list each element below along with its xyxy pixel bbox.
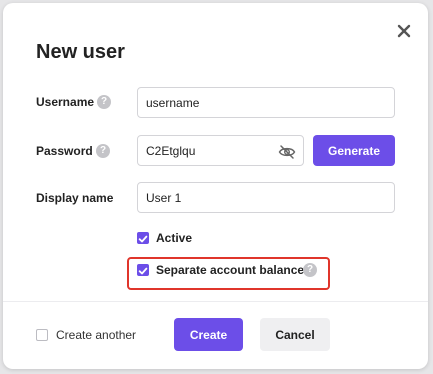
close-icon[interactable] (395, 22, 413, 40)
footer-divider (3, 301, 428, 302)
display-name-input[interactable] (137, 182, 395, 213)
password-help-icon[interactable]: ? (96, 144, 110, 158)
highlight-box (127, 257, 330, 290)
username-help-icon[interactable]: ? (97, 95, 111, 109)
active-checkbox[interactable] (137, 232, 149, 244)
password-label: Password (36, 144, 93, 158)
new-user-dialog: New user Username ? Password ? Generate … (3, 3, 428, 369)
dialog-title: New user (36, 41, 125, 63)
create-another-checkbox[interactable] (36, 329, 48, 341)
create-button[interactable]: Create (174, 318, 243, 351)
eye-off-icon[interactable] (278, 144, 296, 160)
username-label: Username (36, 95, 95, 109)
username-input[interactable] (137, 87, 395, 118)
display-name-label: Display name (36, 191, 114, 205)
create-another-label: Create another (56, 328, 137, 342)
generate-password-button[interactable]: Generate (313, 135, 395, 166)
check-icon (138, 235, 148, 243)
cancel-button[interactable]: Cancel (260, 318, 330, 351)
active-label: Active (156, 231, 193, 245)
